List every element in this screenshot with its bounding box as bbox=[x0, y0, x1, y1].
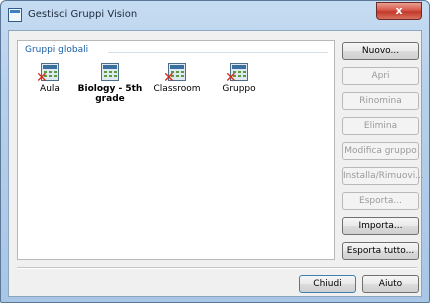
legend-divider bbox=[108, 52, 328, 53]
title-bar[interactable]: Gestisci Gruppi Vision x bbox=[1, 1, 429, 29]
grid-icon: ✕ bbox=[163, 63, 186, 85]
help-button[interactable]: Aiuto bbox=[362, 275, 419, 293]
group-item-label: Biology - 5th grade bbox=[77, 84, 143, 104]
red-x-icon: ✕ bbox=[163, 70, 175, 86]
group-item-biology[interactable]: Biology - 5th grade bbox=[77, 63, 143, 104]
bottom-divider bbox=[17, 267, 417, 269]
app-grid-icon bbox=[8, 8, 22, 22]
group-item-aula[interactable]: ✕ Aula bbox=[20, 63, 80, 94]
group-item-label: Classroom bbox=[153, 84, 201, 94]
close-dialog-button[interactable]: Chiudi bbox=[299, 275, 356, 293]
window-title: Gestisci Gruppi Vision bbox=[28, 9, 138, 20]
grid-icon: ✕ bbox=[36, 63, 59, 85]
grid-icon: ✕ bbox=[225, 63, 248, 85]
close-icon: x bbox=[395, 4, 403, 17]
group-item-gruppo[interactable]: ✕ Gruppo bbox=[209, 63, 269, 94]
install-remove-button[interactable]: Installa/Rimuovi... bbox=[342, 167, 424, 185]
grid-icon bbox=[101, 63, 119, 81]
export-all-button[interactable]: Esporta tutto... bbox=[342, 242, 419, 260]
red-x-icon: ✕ bbox=[36, 70, 48, 86]
export-button[interactable]: Esporta... bbox=[342, 192, 419, 210]
rename-button[interactable]: Rinomina bbox=[342, 92, 419, 110]
global-groups-panel[interactable]: Gruppi globali ✕ Aula Biology - 5th grad… bbox=[17, 40, 335, 260]
edit-group-button[interactable]: Modifica gruppo bbox=[342, 142, 419, 160]
group-item-label: Gruppo bbox=[222, 84, 256, 94]
close-button[interactable]: x bbox=[376, 2, 422, 20]
open-button[interactable]: Apri bbox=[342, 67, 419, 85]
group-item-label: Aula bbox=[40, 84, 60, 94]
import-button[interactable]: Importa... bbox=[342, 217, 419, 235]
new-group-button[interactable]: Nuovo... bbox=[342, 42, 419, 60]
red-x-icon: ✕ bbox=[225, 70, 237, 86]
delete-button[interactable]: Elimina bbox=[342, 117, 419, 135]
group-item-classroom[interactable]: ✕ Classroom bbox=[147, 63, 207, 94]
global-groups-legend: Gruppi globali bbox=[25, 45, 89, 55]
